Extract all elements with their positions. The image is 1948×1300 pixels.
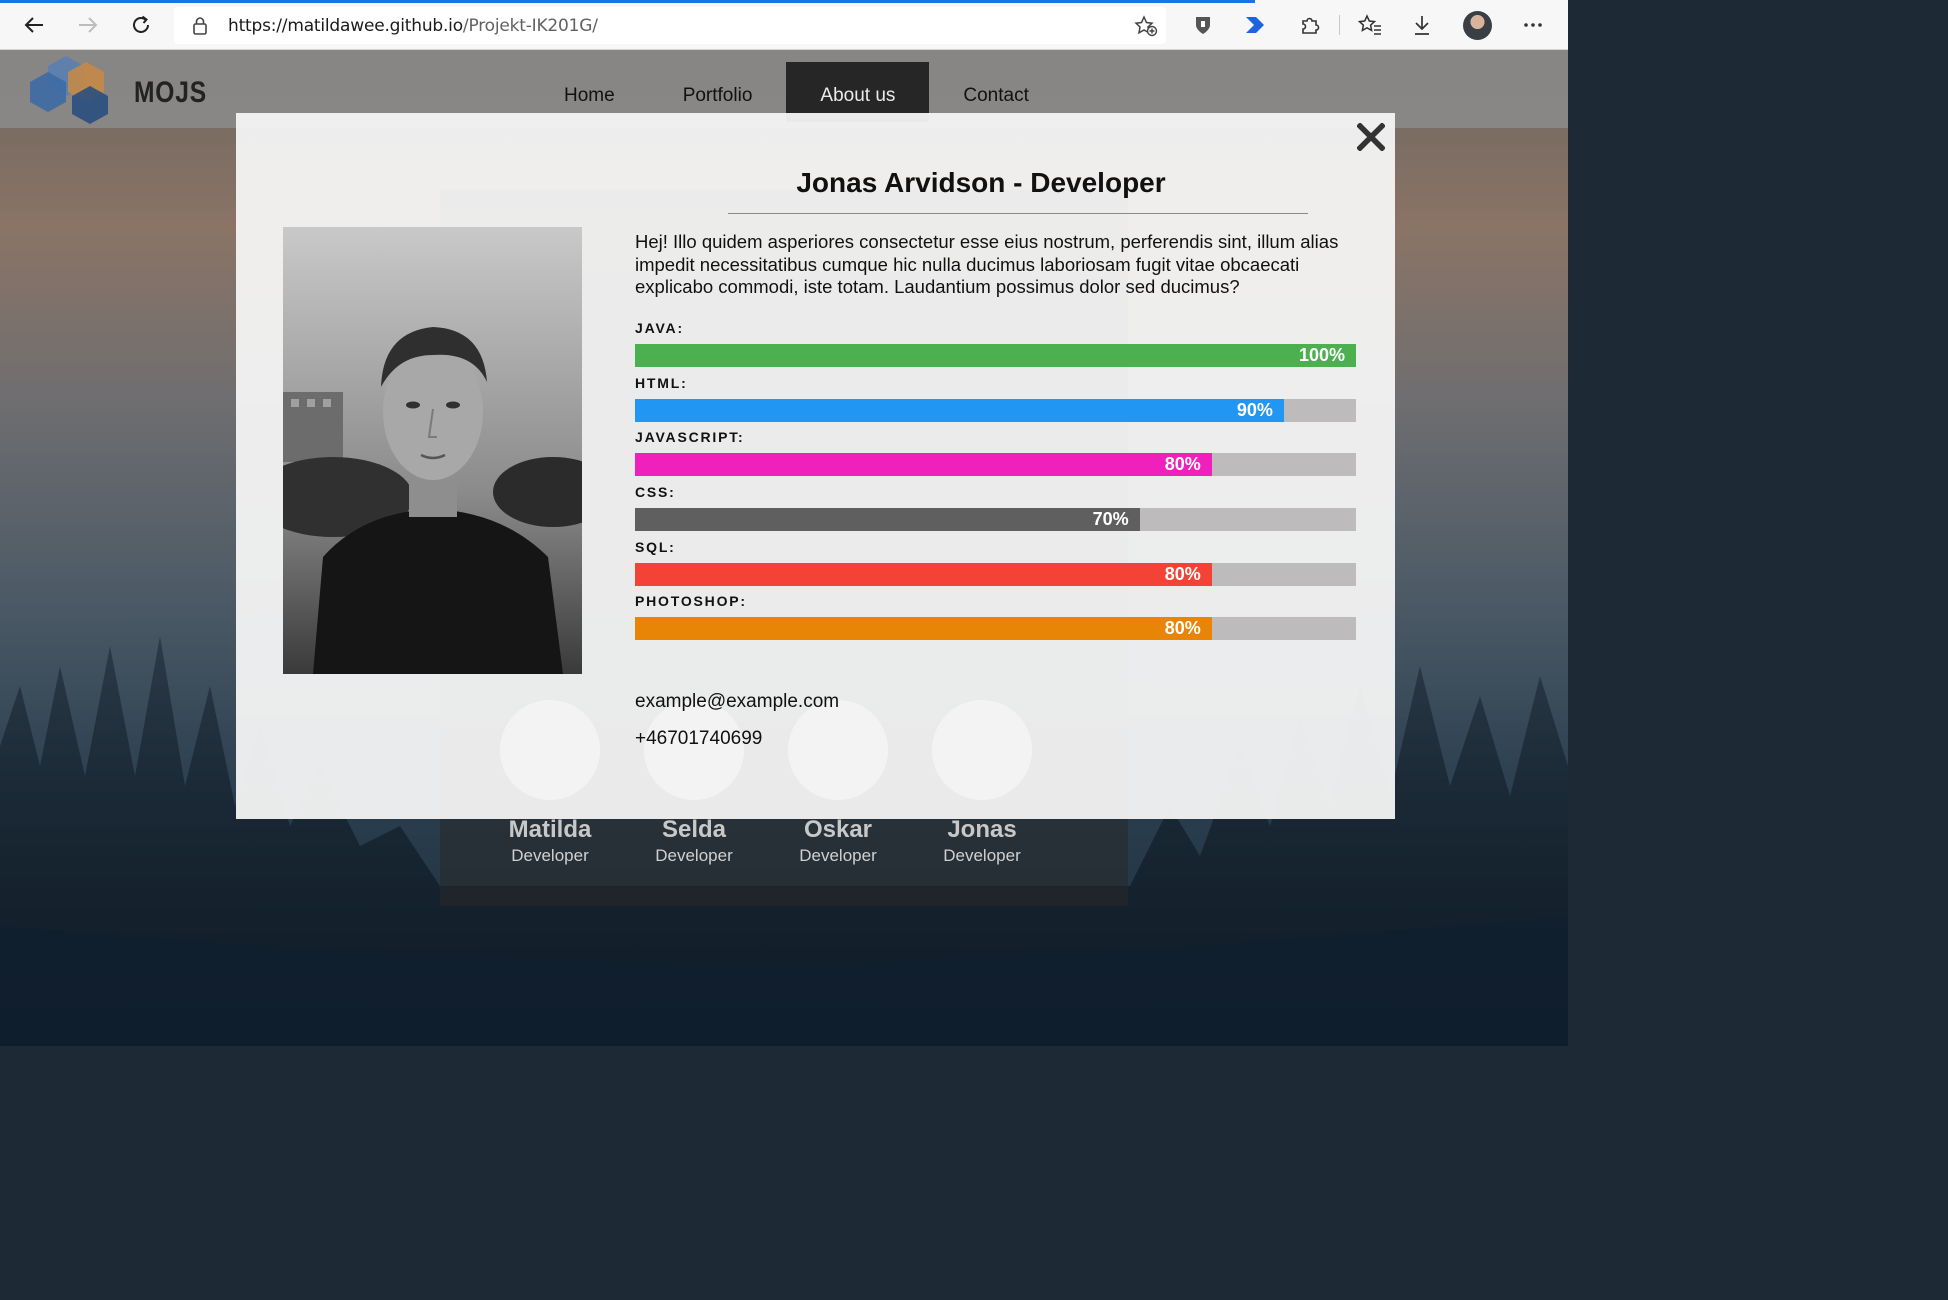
skill-css: CSS: 70% <box>635 483 1356 538</box>
forward-button[interactable] <box>72 9 104 41</box>
chevron-right-icon <box>1246 17 1264 33</box>
member-name: Selda <box>661 816 727 843</box>
page-load-progress <box>0 0 1255 3</box>
toolbar-divider <box>1339 15 1340 35</box>
skill-label: HTML: <box>635 374 688 391</box>
refresh-icon <box>133 15 149 33</box>
forward-extension-button[interactable] <box>1242 11 1270 39</box>
skill-bar-track: 80% <box>635 453 1356 477</box>
member-name: Oskar <box>803 816 873 843</box>
modal-title: Jonas Arvidson - Developer <box>796 167 1166 198</box>
forward-arrow-icon <box>79 17 98 33</box>
profile-photo <box>283 227 582 674</box>
contact-phone[interactable]: +46701740699 <box>635 728 762 750</box>
shield-extension-button[interactable] <box>1189 11 1217 39</box>
skills-list: JAVA: 100% HTML: 90% JAVASCRIPT: 80% CSS… <box>635 319 1356 647</box>
logo-cubes-icon[interactable] <box>28 52 120 124</box>
member-role: Developer <box>943 846 1021 865</box>
skill-bar-fill: 80% <box>635 453 1212 477</box>
skill-bar-track: 90% <box>635 398 1356 422</box>
profile-bio: Hej! Illo quidem asperiores consectetur … <box>635 231 1339 297</box>
skill-java: JAVA: 100% <box>635 319 1356 374</box>
skill-label: PHOTOSHOP: <box>635 593 747 610</box>
add-favorite-icon[interactable] <box>1134 15 1158 37</box>
skill-photoshop: PHOTOSHOP: 80% <box>635 592 1356 647</box>
skill-bar-track: 80% <box>635 562 1356 586</box>
skill-bar-fill: 80% <box>635 562 1212 586</box>
lock-icon <box>193 17 207 35</box>
profile-avatar[interactable] <box>1463 11 1492 40</box>
favorites-button[interactable] <box>1356 11 1384 39</box>
more-dots-icon <box>1524 23 1542 27</box>
browser-toolbar: https://matildawee.github.io/Projekt-IK2… <box>0 0 1568 50</box>
skill-label: JAVASCRIPT: <box>635 429 745 446</box>
shield-icon <box>1196 17 1210 34</box>
logo-text[interactable]: MOJS <box>134 76 207 110</box>
close-icon <box>1357 123 1385 151</box>
settings-menu-button[interactable] <box>1519 11 1547 39</box>
skill-bar-fill: 100% <box>635 344 1356 367</box>
member-role: Developer <box>655 846 733 865</box>
favorites-icon <box>1358 14 1381 35</box>
skill-bar-track: 80% <box>635 617 1356 641</box>
profile-modal: Jonas Arvidson - Developer Hej! Illo qui… <box>236 113 1395 819</box>
back-arrow-icon <box>24 17 43 33</box>
skill-label: CSS: <box>635 484 676 501</box>
download-icon <box>1415 16 1429 35</box>
skill-label: JAVA: <box>635 320 684 336</box>
skill-bar-fill: 90% <box>635 398 1284 422</box>
skill-javascript: JAVASCRIPT: 80% <box>635 428 1356 483</box>
skill-bar-fill: 70% <box>635 508 1140 532</box>
member-name: Jonas <box>947 816 1017 843</box>
refresh-button[interactable] <box>125 9 157 41</box>
contact-email[interactable]: example@example.com <box>635 691 839 713</box>
back-button[interactable] <box>18 9 50 41</box>
skill-bar-fill: 80% <box>635 617 1212 641</box>
web-page: MOJS Home Portfolio About us Contact Mat… <box>0 50 1568 1046</box>
member-name: Matilda <box>508 816 592 843</box>
downloads-button[interactable] <box>1408 11 1436 39</box>
skill-sql: SQL: 80% <box>635 538 1356 593</box>
skill-bar-track: 100% <box>635 344 1356 367</box>
member-role: Developer <box>511 846 589 865</box>
title-divider <box>728 213 1308 214</box>
skill-bar-track: 70% <box>635 508 1356 532</box>
address-bar[interactable]: https://matildawee.github.io/Projekt-IK2… <box>174 7 1166 44</box>
url-text: https://matildawee.github.io/Projekt-IK2… <box>228 16 598 36</box>
skill-label: SQL: <box>635 538 676 555</box>
skill-html: HTML: 90% <box>635 374 1356 429</box>
close-modal-button[interactable] <box>1354 120 1388 154</box>
extensions-button[interactable] <box>1296 11 1324 39</box>
member-role: Developer <box>799 846 877 865</box>
puzzle-icon <box>1302 17 1320 34</box>
